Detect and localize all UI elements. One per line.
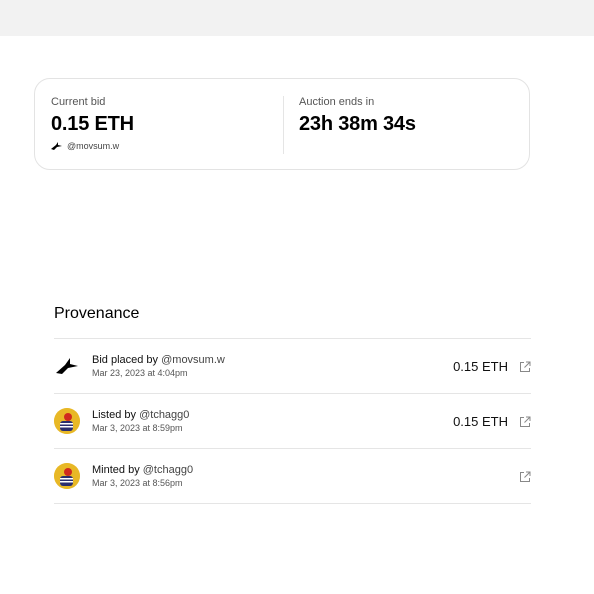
user-avatar[interactable] bbox=[54, 408, 80, 434]
top-bar bbox=[0, 0, 594, 36]
auction-timer-section: Auction ends in 23h 38m 34s bbox=[299, 96, 416, 137]
card-divider bbox=[283, 96, 284, 154]
event-date: Mar 3, 2023 at 8:59pm bbox=[92, 423, 183, 433]
auction-countdown: 23h 38m 34s bbox=[299, 113, 416, 135]
provenance-row: Bid placed by @movsum.w Mar 23, 2023 at … bbox=[54, 339, 531, 394]
current-bid-section: Current bid 0.15 ETH @movsum.w bbox=[51, 96, 134, 151]
event-text: Minted by @tchagg0 Mar 3, 2023 at 8:56pm bbox=[92, 463, 193, 489]
event-text: Listed by @tchagg0 Mar 3, 2023 at 8:59pm bbox=[92, 408, 189, 434]
current-bidder[interactable]: @movsum.w bbox=[51, 141, 134, 151]
provenance-row: Listed by @tchagg0 Mar 3, 2023 at 8:59pm… bbox=[54, 394, 531, 449]
external-link-icon[interactable] bbox=[518, 470, 531, 483]
auction-card: Current bid 0.15 ETH @movsum.w Auction e… bbox=[34, 78, 530, 170]
event-amount: 0.15 ETH bbox=[453, 359, 508, 374]
event-title: Listed by @tchagg0 bbox=[92, 408, 189, 422]
event-handle[interactable]: @tchagg0 bbox=[143, 464, 193, 476]
event-amount: 0.15 ETH bbox=[453, 414, 508, 429]
event-action: Bid placed by bbox=[92, 354, 159, 366]
external-link-icon[interactable] bbox=[518, 415, 531, 428]
current-bid-label: Current bid bbox=[51, 96, 106, 108]
event-handle[interactable]: @tchagg0 bbox=[139, 409, 189, 421]
external-link-icon[interactable] bbox=[518, 360, 531, 373]
bird-icon[interactable] bbox=[54, 353, 80, 379]
provenance-title: Provenance bbox=[54, 305, 140, 322]
bird-icon bbox=[51, 142, 62, 150]
provenance-row: Minted by @tchagg0 Mar 3, 2023 at 8:56pm bbox=[54, 449, 531, 504]
event-action: Listed by bbox=[92, 409, 137, 421]
event-date: Mar 3, 2023 at 8:56pm bbox=[92, 478, 183, 488]
auction-ends-label: Auction ends in bbox=[299, 96, 375, 108]
event-text: Bid placed by @movsum.w Mar 23, 2023 at … bbox=[92, 353, 225, 379]
provenance-list: Bid placed by @movsum.w Mar 23, 2023 at … bbox=[54, 338, 531, 504]
current-bid-value: 0.15 ETH bbox=[51, 113, 134, 135]
bidder-handle: @movsum.w bbox=[67, 141, 120, 151]
event-title: Bid placed by @movsum.w bbox=[92, 353, 225, 367]
event-handle[interactable]: @movsum.w bbox=[161, 354, 225, 366]
event-action: Minted by bbox=[92, 464, 140, 476]
provenance-section: Provenance Bid placed by @movsum.w Mar 2… bbox=[54, 300, 531, 504]
event-date: Mar 23, 2023 at 4:04pm bbox=[92, 368, 188, 378]
user-avatar[interactable] bbox=[54, 463, 80, 489]
event-title: Minted by @tchagg0 bbox=[92, 463, 193, 477]
